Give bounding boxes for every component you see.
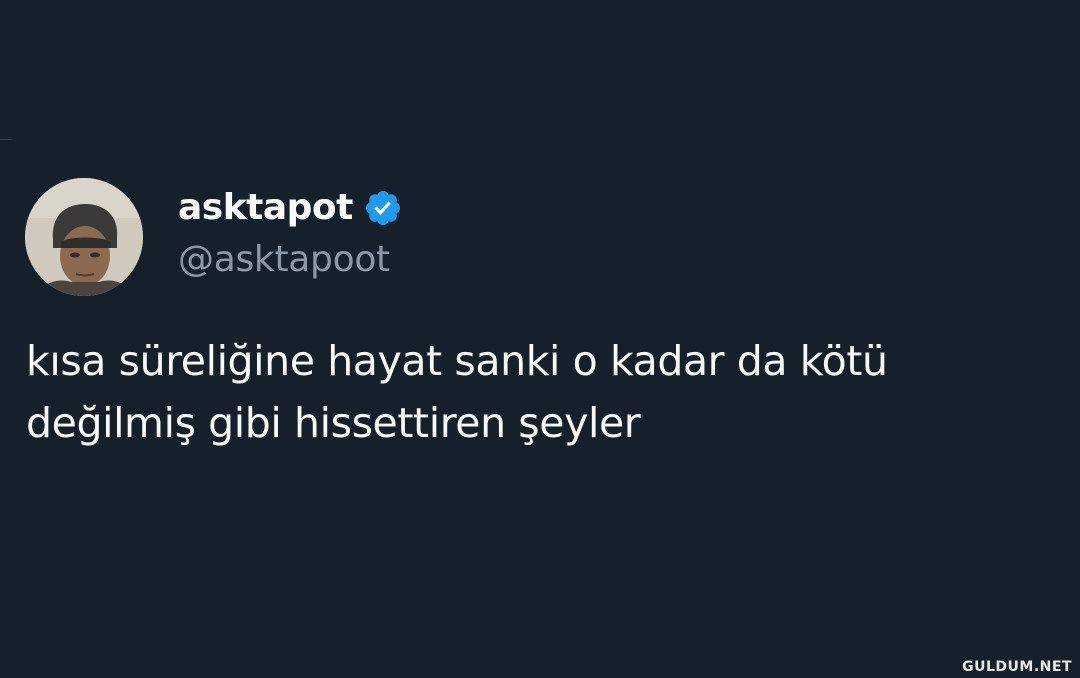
tweet-text-line: değilmiş gibi hissettiren şeyler [26, 399, 641, 447]
verified-badge-icon [363, 188, 403, 228]
tweet-text: kısa süreliğine hayat sanki o kadar da k… [26, 330, 1076, 454]
divider [0, 139, 12, 140]
profile-photo [25, 178, 143, 296]
tweet-text-line: kısa süreliğine hayat sanki o kadar da k… [26, 337, 888, 385]
name-row: asktapot [178, 182, 403, 234]
tweet-header: asktapot @asktapoot [178, 182, 403, 286]
display-name[interactable]: asktapot [178, 182, 353, 234]
avatar[interactable] [25, 178, 143, 296]
user-handle[interactable]: @asktapoot [178, 234, 403, 286]
watermark: GULDUM.NET [962, 659, 1072, 675]
